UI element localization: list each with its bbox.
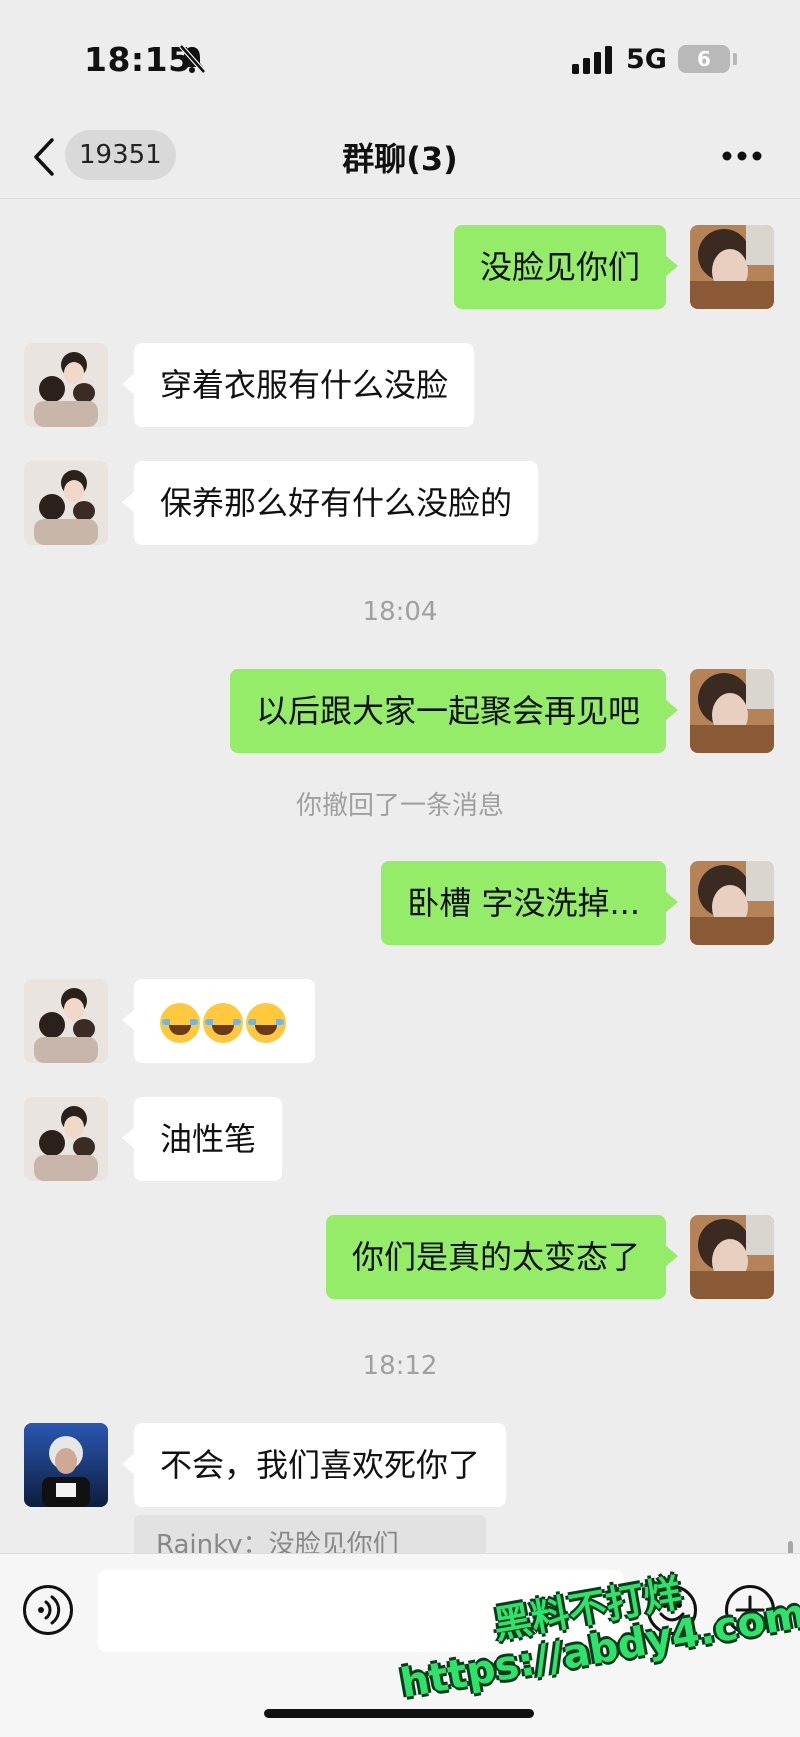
message-list[interactable]: 没脸见你们 穿着衣服有什么没脸 保养那么好有什么没脸的 18:04 以后跟大家一… <box>0 199 800 1553</box>
quoted-message-preview[interactable]: Rainky：没脸见你们 <box>134 1515 486 1553</box>
message-bubble-received[interactable]: 穿着衣服有什么没脸 <box>121 343 475 427</box>
joy-tears-emoji-icon <box>203 1003 243 1043</box>
joy-tears-emoji-icon <box>246 1003 286 1043</box>
message-bubble-sent[interactable]: 以后跟大家一起聚会再见吧 <box>229 669 679 753</box>
recall-notice: 你撤回了一条消息 <box>295 791 504 821</box>
my-avatar[interactable] <box>690 861 774 945</box>
home-indicator <box>264 1709 534 1718</box>
watermark-overlay: 黑料不打烊 https://abdy4.com <box>396 1571 800 1708</box>
message-bubble-sent[interactable]: 没脸见你们 <box>453 225 679 309</box>
member-avatar-group-photo[interactable] <box>24 1097 108 1181</box>
chat-title: 群聊(3) <box>342 140 458 178</box>
voice-input-icon[interactable] <box>22 1584 74 1636</box>
message-bubble-received[interactable]: 油性笔 <box>121 1097 283 1181</box>
cellular-signal-icon <box>572 46 612 74</box>
timestamp: 18:04 <box>362 597 438 627</box>
joy-tears-emoji-icon <box>160 1003 200 1043</box>
message-bubble-sent[interactable]: 你们是真的太变态了 <box>325 1215 679 1299</box>
my-avatar[interactable] <box>690 1215 774 1299</box>
my-avatar[interactable] <box>690 669 774 753</box>
my-avatar[interactable] <box>690 225 774 309</box>
timestamp: 18:12 <box>362 1351 438 1381</box>
bell-muted-icon <box>179 44 206 74</box>
message-bubble-emoji[interactable] <box>122 979 315 1063</box>
message-bubble-received[interactable]: 不会，我们喜欢死你了 <box>121 1423 507 1507</box>
battery-icon: 6 <box>678 45 730 73</box>
member-avatar-group-photo[interactable] <box>24 461 108 545</box>
message-bubble-sent[interactable]: 卧槽 字没洗掉... <box>381 861 678 945</box>
message-bubble-received[interactable]: 保养那么好有什么没脸的 <box>121 461 539 545</box>
battery-tip <box>733 53 737 65</box>
member-avatar-portrait[interactable] <box>24 1423 108 1507</box>
scrollbar[interactable] <box>788 1541 793 1553</box>
chat-header: 19351 群聊(3) <box>0 120 800 198</box>
network-type: 5G <box>626 44 667 75</box>
member-avatar-group-photo[interactable] <box>24 979 108 1063</box>
status-bar: 18:15 5G 6 <box>0 0 800 120</box>
status-time: 18:15 <box>84 40 192 79</box>
more-options-icon[interactable] <box>722 150 762 162</box>
member-avatar-group-photo[interactable] <box>24 343 108 427</box>
